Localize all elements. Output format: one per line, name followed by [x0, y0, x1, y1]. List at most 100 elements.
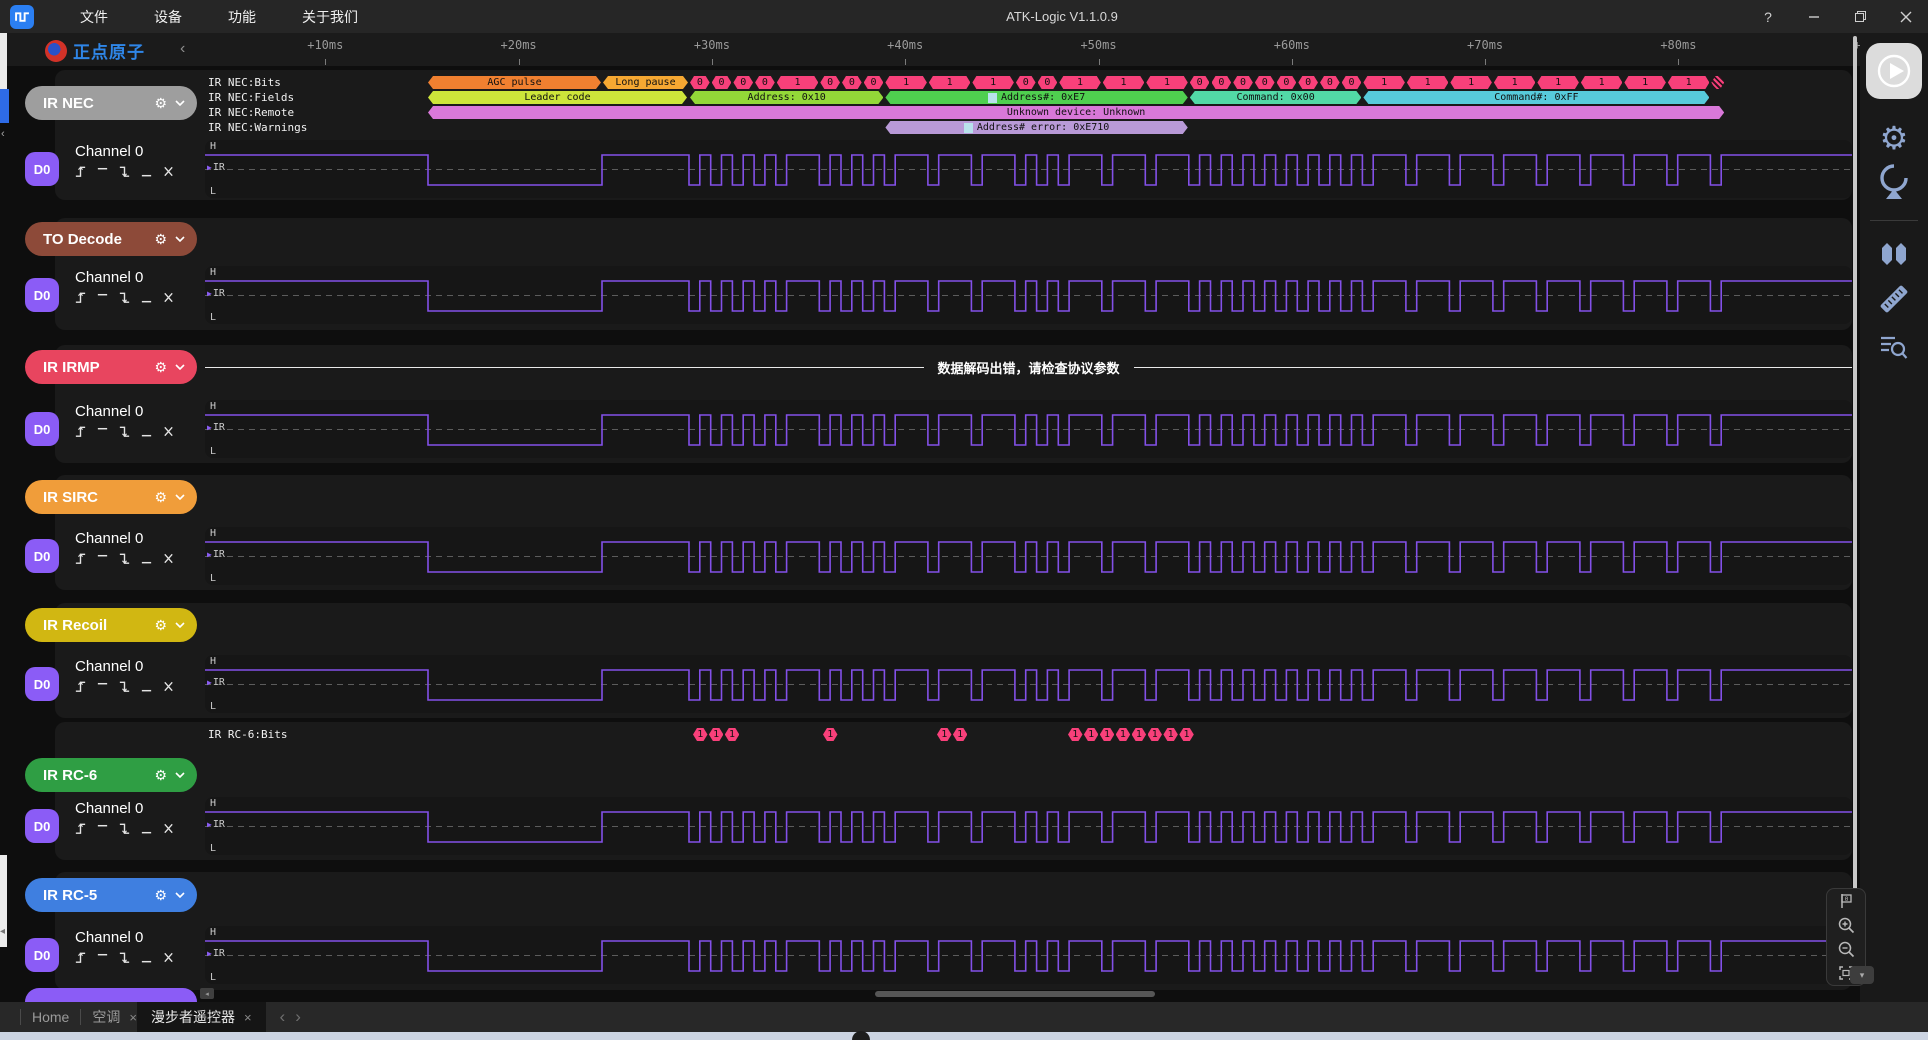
decoder-header-ir-recoil[interactable]: IR Recoil ⚙	[25, 608, 197, 642]
decoder-header-ir-sirc[interactable]: IR SIRC ⚙	[25, 480, 197, 514]
annotation-segment[interactable]: 1	[1148, 728, 1163, 741]
vertical-scrollbar[interactable]	[1853, 36, 1857, 926]
chevron-down-icon[interactable]	[175, 364, 185, 370]
chevron-down-icon[interactable]	[175, 772, 185, 778]
annotation-segment[interactable]: 0	[712, 76, 732, 89]
left-arrow-icon[interactable]: ◂	[0, 926, 5, 937]
zoom-in-button[interactable]	[1831, 915, 1861, 936]
trigger-either-edge-icon[interactable]	[162, 552, 175, 565]
trigger-either-edge-icon[interactable]	[162, 680, 175, 693]
tab-home[interactable]: Home	[32, 1002, 69, 1032]
close-button[interactable]	[1898, 9, 1914, 25]
decoder-header-ir-irmp[interactable]: IR IRMP ⚙	[25, 350, 197, 384]
channel-badge[interactable]: D0	[25, 938, 59, 972]
annotation-segment[interactable]: 1	[709, 728, 724, 741]
annotation-segment[interactable]: 1	[823, 728, 838, 741]
annotation-segment[interactable]: 0	[733, 76, 753, 89]
trigger-falling-edge-icon[interactable]	[118, 425, 131, 438]
annotation-segment[interactable]: 1	[725, 728, 740, 741]
trigger-high-level-icon[interactable]	[96, 165, 109, 178]
channel-badge[interactable]: D0	[25, 667, 59, 701]
cursors-icon[interactable]	[1877, 241, 1911, 269]
annotation-segment[interactable]: 1	[937, 728, 952, 741]
chevron-down-icon[interactable]	[175, 622, 185, 628]
annotation-segment[interactable]: AGC pulse	[428, 76, 601, 89]
left-scroll-strip[interactable]	[0, 33, 7, 89]
trigger-rising-edge-icon[interactable]	[74, 822, 87, 835]
menu-function[interactable]: 功能	[228, 7, 256, 27]
annotation-segment[interactable]: 1	[1581, 76, 1623, 89]
annotation-segment[interactable]: 1	[1059, 76, 1101, 89]
annotation-segment[interactable]: Address: 0x10	[690, 91, 883, 104]
trigger-rising-edge-icon[interactable]	[74, 951, 87, 964]
trigger-rising-edge-icon[interactable]	[74, 680, 87, 693]
annotation-segment[interactable]: 0	[1298, 76, 1318, 89]
annotation-segment[interactable]: 0	[820, 76, 840, 89]
annotation-segment[interactable]: Command#: 0xFF	[1363, 91, 1709, 104]
app-logo-icon[interactable]	[10, 5, 34, 29]
waveform-row[interactable]: H ▶IR L	[205, 140, 1852, 198]
annotation-segment[interactable]: Unknown device: Unknown	[428, 106, 1724, 119]
annotation-segment[interactable]: 1	[1624, 76, 1666, 89]
annotation-segment[interactable]: 0	[864, 76, 884, 89]
annotation-segment[interactable]: 1	[972, 76, 1014, 89]
gear-icon[interactable]: ⚙	[154, 95, 167, 112]
gear-icon[interactable]: ⚙	[154, 489, 167, 506]
annotation-segment[interactable]: 1	[1084, 728, 1099, 741]
decoder-header-ir-rc5[interactable]: IR RC-5 ⚙	[25, 878, 197, 912]
annotation-segment[interactable]: 1	[1179, 728, 1194, 741]
trigger-falling-edge-icon[interactable]	[118, 291, 131, 304]
trigger-either-edge-icon[interactable]	[162, 291, 175, 304]
trigger-low-level-icon[interactable]	[140, 165, 153, 178]
scroll-down-button[interactable]: ▾	[1850, 966, 1874, 984]
horizontal-scrollbar[interactable]	[875, 991, 1155, 997]
settings-gear-icon[interactable]: ⚙	[1880, 119, 1909, 157]
waveform-row[interactable]: H ▶IR L	[205, 797, 1852, 855]
annotation-segment[interactable]: 1	[1363, 76, 1405, 89]
annotation-segment[interactable]: 1	[1668, 76, 1710, 89]
trigger-position-button[interactable]: 0	[1831, 891, 1861, 912]
annotation-segment[interactable]: 0	[1016, 76, 1036, 89]
maximize-button[interactable]	[1852, 9, 1868, 25]
annotation-segment[interactable]: 0	[1190, 76, 1210, 89]
gear-icon[interactable]: ⚙	[154, 887, 167, 904]
annotation-segment[interactable]: 1	[1163, 728, 1178, 741]
gear-icon[interactable]: ⚙	[154, 231, 167, 248]
annotation-segment[interactable]: 1	[777, 76, 819, 89]
annotation-segment[interactable]: 1	[1146, 76, 1188, 89]
annotation-segment[interactable]: 1	[1068, 728, 1083, 741]
annotation-segment[interactable]: 0	[1233, 76, 1253, 89]
annotation-segment[interactable]: 0	[755, 76, 775, 89]
annotation-segment[interactable]: 1	[1450, 76, 1492, 89]
annotation-segment[interactable]: 1	[1132, 728, 1147, 741]
gear-icon[interactable]: ⚙	[154, 359, 167, 376]
annotation-segment[interactable]: 0	[1342, 76, 1362, 89]
trigger-either-edge-icon[interactable]	[162, 822, 175, 835]
annotation-segment[interactable]: 1	[929, 76, 971, 89]
trigger-rising-edge-icon[interactable]	[74, 552, 87, 565]
annotation-segment[interactable]: 0	[1038, 76, 1058, 89]
mini-scroll-box[interactable]: ◂	[200, 988, 214, 999]
channel-badge[interactable]: D0	[25, 539, 59, 573]
annotation-segment[interactable]: 1	[1116, 728, 1131, 741]
annotation-segment[interactable]: Command: 0x00	[1190, 91, 1362, 104]
annotation-segment[interactable]: Address# error: 0xE710	[885, 121, 1187, 134]
trigger-either-edge-icon[interactable]	[162, 951, 175, 964]
left-collapse-icon[interactable]: ‹	[1, 128, 5, 140]
left-scroll-indicator[interactable]	[0, 89, 9, 123]
trigger-rising-edge-icon[interactable]	[74, 291, 87, 304]
collapse-panel-icon[interactable]: ‹	[180, 40, 185, 58]
trigger-rising-edge-icon[interactable]	[74, 165, 87, 178]
trigger-either-edge-icon[interactable]	[162, 165, 175, 178]
trigger-low-level-icon[interactable]	[140, 951, 153, 964]
waveform-row[interactable]: H ▶IR L	[205, 266, 1852, 324]
annotation-segment[interactable]: 0	[1212, 76, 1232, 89]
chevron-down-icon[interactable]	[175, 100, 185, 106]
waveform-row[interactable]: H ▶IR L	[205, 400, 1852, 458]
chevron-down-icon[interactable]	[175, 236, 185, 242]
gear-icon[interactable]: ⚙	[154, 617, 167, 634]
trigger-high-level-icon[interactable]	[96, 822, 109, 835]
channel-badge[interactable]: D0	[25, 278, 59, 312]
close-tab-icon[interactable]: ×	[129, 1010, 137, 1025]
annotation-segment[interactable]: 1	[1494, 76, 1536, 89]
